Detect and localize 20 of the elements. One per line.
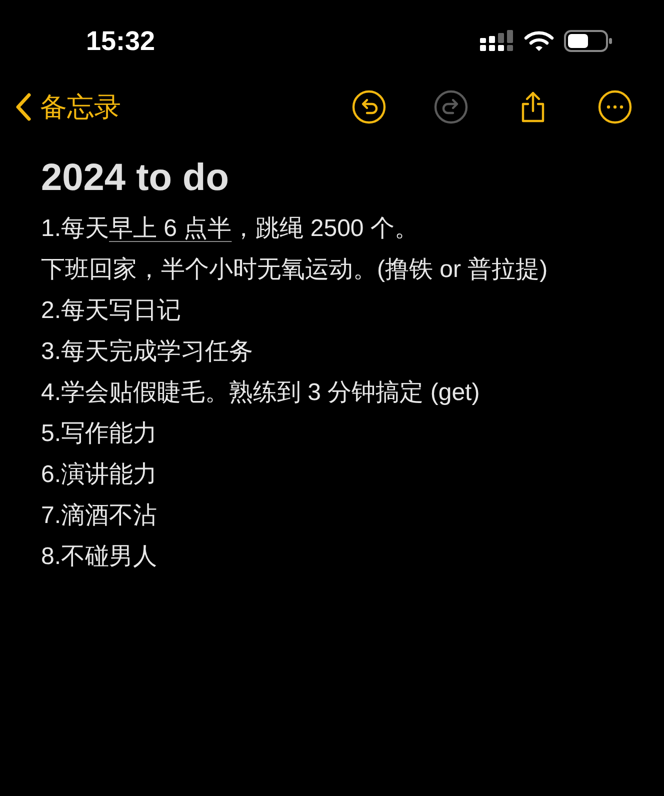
note-line: 5.写作能力 bbox=[41, 419, 158, 449]
back-chevron-icon bbox=[14, 92, 32, 122]
note-line: 2.每天写日记 bbox=[41, 296, 182, 326]
note-line: 6.演讲能力 bbox=[41, 460, 158, 490]
status-time: 15:32 bbox=[86, 24, 156, 58]
note-title: 2024 to do bbox=[41, 156, 230, 201]
note-line: 8.不碰男人 bbox=[41, 542, 158, 572]
note-line: 下班回家，半个小时无氧运动。(撸铁 or 普拉提) bbox=[41, 255, 549, 285]
signal-icon bbox=[480, 30, 514, 52]
wifi-icon bbox=[524, 30, 554, 52]
battery-icon bbox=[564, 30, 612, 52]
back-button[interactable]: 备忘录 bbox=[14, 86, 121, 128]
time-link[interactable]: 早上 6 点半 bbox=[109, 215, 232, 242]
note-line: 4.学会贴假睫毛。熟练到 3 分钟搞定 (get) bbox=[41, 378, 481, 408]
note-line: 7.滴酒不沾 bbox=[41, 501, 158, 531]
note-line: 3.每天完成学习任务 bbox=[41, 337, 254, 367]
more-icon bbox=[597, 89, 633, 125]
note-line: 1.每天早上 6 点半，跳绳 2500 个。 bbox=[41, 214, 420, 244]
undo-icon bbox=[351, 89, 387, 125]
redo-icon bbox=[433, 89, 469, 125]
